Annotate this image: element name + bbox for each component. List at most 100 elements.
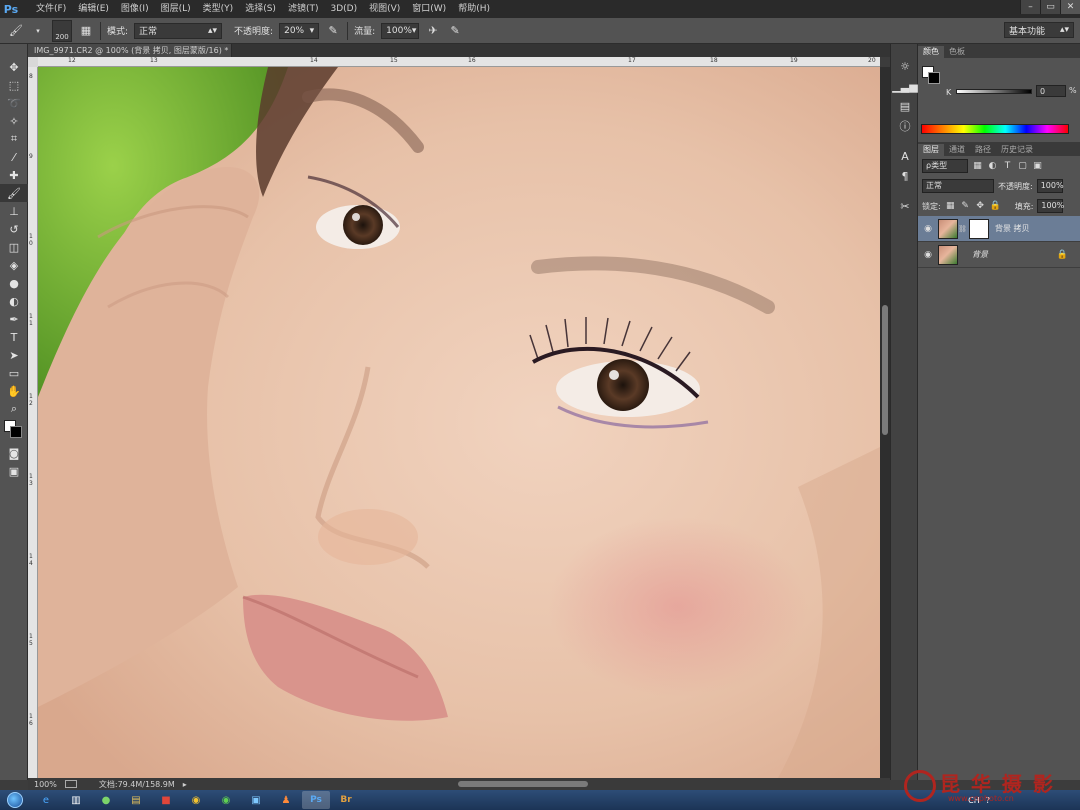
shape-filter-icon[interactable]: ▢ [1017,161,1028,171]
layer-row[interactable]: ◉ 背景 🔒 [918,242,1080,268]
eye-icon[interactable]: ◉ [918,224,938,234]
pen-tool-icon[interactable]: ✒ [0,310,28,328]
paragraph-icon[interactable]: ¶ [891,166,919,186]
zoom-level[interactable]: 100% [34,780,57,789]
brush-tool-icon[interactable]: 🖌 [0,184,28,202]
minimize-button[interactable]: – [1020,0,1040,14]
eraser-tool-icon[interactable]: ◫ [0,238,28,256]
lasso-tool-icon[interactable]: ➰ [0,94,28,112]
flow-input[interactable]: 100% ▾ [381,22,420,39]
fill-input[interactable]: 100% [1037,199,1064,213]
history-brush-tool-icon[interactable]: ↺ [0,220,28,238]
pressure-size-icon[interactable]: ✎ [447,24,463,37]
tab-color[interactable]: 颜色 [918,46,944,58]
horizontal-ruler[interactable]: 12 13 14 15 16 17 18 19 20 [38,57,880,67]
dodge-tool-icon[interactable]: ◐ [0,292,28,310]
brush-tool-preset-icon[interactable]: 🖌 [8,24,24,37]
pressure-opacity-icon[interactable]: ✎ [325,24,341,37]
lock-all-icon[interactable]: 🔒 [990,201,1001,211]
eye-icon[interactable]: ◉ [918,250,938,260]
app-red-icon[interactable]: ■ [152,791,180,809]
brush-panel-toggle-icon[interactable]: ▦ [78,24,94,37]
background-color-swatch[interactable] [928,72,940,84]
paint-bucket-tool-icon[interactable]: ◈ [0,256,28,274]
brush-size-picker[interactable]: 200 [52,19,72,42]
link-icon[interactable]: ⛓ [958,225,967,233]
lock-transparent-icon[interactable]: ▦ [945,201,956,211]
opacity-input[interactable]: 20% ▾ [279,22,320,39]
tab-channels[interactable]: 通道 [944,144,970,156]
styles-icon[interactable]: ▤ [891,96,919,116]
restore-button[interactable]: ▭ [1040,0,1060,14]
pixel-filter-icon[interactable]: ▦ [972,161,983,171]
blend-mode-select[interactable]: 正常 [922,179,994,193]
marquee-tool-icon[interactable]: ⬚ [0,76,28,94]
magic-wand-tool-icon[interactable]: ✧ [0,112,28,130]
chevron-down-icon[interactable]: ▾ [30,27,46,35]
menu-edit[interactable]: 编辑(E) [72,0,115,18]
menu-type[interactable]: 类型(Y) [197,0,240,18]
start-button[interactable] [0,790,30,810]
vertical-scrollbar[interactable] [880,67,890,778]
horizontal-scrollbar-thumb[interactable] [458,781,588,787]
type-filter-icon[interactable]: T [1002,161,1013,171]
layer-kind-filter[interactable]: ρ类型 [922,159,968,173]
menu-help[interactable]: 帮助(H) [452,0,496,18]
path-selection-tool-icon[interactable]: ➤ [0,346,28,364]
tool-presets-icon[interactable]: ✂ [891,196,919,216]
bridge-icon[interactable]: Br [332,791,360,809]
layer-mask-thumbnail[interactable] [969,218,989,239]
vertical-ruler[interactable]: 8 9 1 0 1 1 1 2 1 3 1 4 1 5 1 6 [28,67,38,778]
layer-row[interactable]: ◉ ⛓ 背景 拷贝 [918,216,1080,242]
zoom-tool-icon[interactable]: ⌕ [0,400,28,418]
tab-history[interactable]: 历史记录 [996,144,1038,156]
menu-3d[interactable]: 3D(D) [324,0,363,18]
menu-select[interactable]: 选择(S) [239,0,282,18]
tab-layers[interactable]: 图层 [918,144,944,156]
lock-position-icon[interactable]: ✥ [975,201,986,211]
menu-layer[interactable]: 图层(L) [155,0,197,18]
healing-brush-tool-icon[interactable]: ✚ [0,166,28,184]
layer-opacity-input[interactable]: 100% [1036,179,1064,193]
crop-tool-icon[interactable]: ⌗ [0,130,28,148]
ie-icon[interactable]: e [32,791,60,809]
background-color-swatch[interactable] [10,426,22,438]
workspace-select[interactable]: 基本功能 ▴▾ [1004,22,1074,38]
k-value-input[interactable]: 0 [1036,85,1066,97]
hand-tool-icon[interactable]: ✋ [0,382,28,400]
menu-window[interactable]: 窗口(W) [406,0,452,18]
type-tool-icon[interactable]: T [0,328,28,346]
rectangle-tool-icon[interactable]: ▭ [0,364,28,382]
blur-tool-icon[interactable]: ● [0,274,28,292]
app-green-icon[interactable]: ◉ [212,791,240,809]
lock-image-icon[interactable]: ✎ [960,201,971,211]
quick-mask-icon[interactable]: ◙ [0,444,28,462]
tab-swatches[interactable]: 色板 [944,46,970,58]
clone-stamp-tool-icon[interactable]: ⊥ [0,202,28,220]
info-icon[interactable]: ⓘ [891,116,919,136]
media-icon[interactable]: ● [92,791,120,809]
menu-file[interactable]: 文件(F) [30,0,72,18]
airbrush-icon[interactable]: ✈ [425,24,441,37]
move-tool-icon[interactable]: ✥ [0,58,28,76]
eyedropper-tool-icon[interactable]: ⁄ [0,148,28,166]
adjustment-filter-icon[interactable]: ◐ [987,161,998,171]
status-info-icon[interactable] [64,780,77,788]
menu-filter[interactable]: 滤镜(T) [282,0,325,18]
document-tab[interactable]: IMG_9971.CR2 @ 100% (背景 拷贝, 图层蒙版/16) * [28,44,232,57]
mode-select[interactable]: 正常 ▴▾ [134,22,223,39]
k-slider[interactable] [956,89,1032,94]
document-canvas[interactable] [38,67,880,778]
menu-image[interactable]: 图像(I) [115,0,155,18]
status-menu-arrow-icon[interactable]: ▸ [183,780,187,789]
photoshop-icon[interactable]: Ps [302,791,330,809]
folder-icon[interactable]: ▤ [122,791,150,809]
explorer-icon[interactable]: ▥ [62,791,90,809]
chrome-icon[interactable]: ◉ [182,791,210,809]
adjustments-icon[interactable]: ☼ [891,56,919,76]
smart-object-filter-icon[interactable]: ▣ [1032,161,1043,171]
character-icon[interactable]: A [891,146,919,166]
app-blue-icon[interactable]: ▣ [242,791,270,809]
app-people-icon[interactable]: ♟ [272,791,300,809]
screen-mode-icon[interactable]: ▣ [0,462,28,480]
